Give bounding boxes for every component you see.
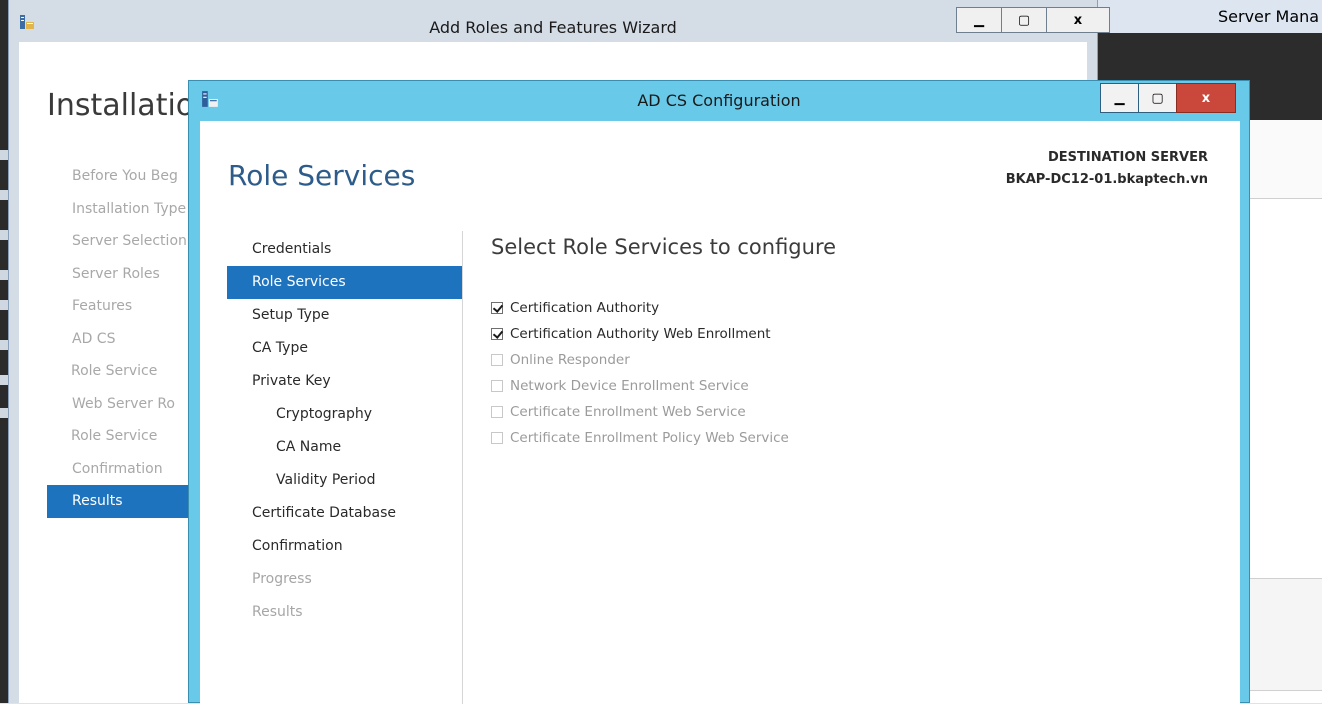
wizard-maximize-button[interactable]: ▢ — [1001, 7, 1047, 33]
role-service-label: Network Device Enrollment Service — [510, 378, 749, 394]
role-service-label: Online Responder — [510, 352, 630, 368]
nav-item-ca-type[interactable]: CA Type — [227, 332, 462, 365]
role-service-option: Certificate Enrollment Policy Web Servic… — [491, 425, 836, 451]
adcs-nav: Credentials Role Services Setup Type CA Typ… — [227, 233, 462, 629]
nav-item-progress: Progress — [252, 571, 312, 587]
adcs-close-button[interactable]: x — [1176, 83, 1236, 113]
wizard-titlebar[interactable]: Add Roles and Features Wizard ▁ ▢ x — [9, 0, 1110, 40]
content-heading: Select Role Services to configure — [491, 235, 837, 259]
nav-item-results: Results — [252, 604, 303, 620]
close-icon: x — [1073, 12, 1083, 28]
wizard-minimize-button[interactable]: ▁ — [956, 7, 1002, 33]
role-service-checkbox — [491, 432, 503, 444]
adcs-maximize-button[interactable]: ▢ — [1138, 83, 1177, 113]
nav-item-private-key[interactable]: Private Key — [227, 365, 462, 398]
nav-item-ca-name[interactable]: CA Name — [227, 431, 462, 464]
adcs-configuration-dialog: AD CS Configuration ▁ ▢ x Role Services … — [188, 80, 1250, 704]
wizard-title: Add Roles and Features Wizard — [429, 18, 677, 37]
destination-server-info: DESTINATION SERVER BKAP-DC12-01.bkaptech… — [1006, 147, 1208, 191]
nav-item-cryptography[interactable]: Cryptography — [227, 398, 462, 431]
divider — [1240, 690, 1322, 691]
role-service-checkbox — [491, 406, 503, 418]
adcs-title: AD CS Configuration — [637, 91, 801, 110]
role-service-option: Certificate Enrollment Web Service — [491, 399, 836, 425]
close-icon: x — [1201, 90, 1211, 106]
nav-item-credentials[interactable]: Credentials — [227, 233, 462, 266]
nav-item-role-services[interactable]: Role Services — [227, 266, 462, 299]
role-service-option: Online Responder — [491, 347, 836, 373]
minimize-icon: ▁ — [974, 12, 984, 28]
role-service-checkbox[interactable] — [491, 302, 503, 314]
server-manager-title: Server Mana — [1218, 7, 1320, 26]
wizard-close-button[interactable]: x — [1046, 7, 1110, 33]
role-service-label: Certification Authority — [510, 300, 660, 316]
role-service-option[interactable]: Certification Authority — [491, 295, 836, 321]
role-service-option: Network Device Enrollment Service — [491, 373, 836, 399]
divider — [1240, 198, 1322, 199]
nav-item-validity-period[interactable]: Validity Period — [227, 464, 462, 497]
role-service-label: Certificate Enrollment Web Service — [510, 404, 746, 420]
nav-item-certificate-database[interactable]: Certificate Database — [227, 497, 462, 530]
server-manager-panel-lower — [1240, 579, 1322, 690]
page-title: Role Services — [228, 159, 416, 192]
minimize-icon: ▁ — [1114, 90, 1125, 106]
maximize-icon: ▢ — [1017, 12, 1031, 28]
role-service-checkbox — [491, 354, 503, 366]
adcs-minimize-button[interactable]: ▁ — [1100, 83, 1139, 113]
nav-divider — [462, 231, 463, 704]
nav-item-confirmation[interactable]: Confirmation — [227, 530, 462, 563]
server-manager-titlebar: Server Mana — [1090, 0, 1322, 33]
role-service-checkbox[interactable] — [491, 328, 503, 340]
role-service-checkbox — [491, 380, 503, 392]
role-services-panel: Select Role Services to configure Certif… — [491, 235, 836, 451]
adcs-titlebar[interactable]: AD CS Configuration ▁ ▢ x — [189, 81, 1249, 121]
role-service-option[interactable]: Certification Authority Web Enrollment — [491, 321, 836, 347]
adcs-client-area: Role Services DESTINATION SERVER BKAP-DC… — [200, 121, 1240, 704]
role-services-list: Certification Authority Certification Aut… — [491, 295, 836, 451]
maximize-icon: ▢ — [1151, 90, 1164, 106]
destination-server-label: DESTINATION SERVER — [1047, 150, 1208, 165]
server-manager-panel — [1240, 120, 1322, 198]
role-service-label: Certificate Enrollment Policy Web Servic… — [510, 430, 789, 446]
destination-server-name: BKAP-DC12-01.bkaptech.vn — [1005, 172, 1208, 187]
role-service-label: Certification Authority Web Enrollment — [510, 326, 771, 342]
nav-item-setup-type[interactable]: Setup Type — [227, 299, 462, 332]
